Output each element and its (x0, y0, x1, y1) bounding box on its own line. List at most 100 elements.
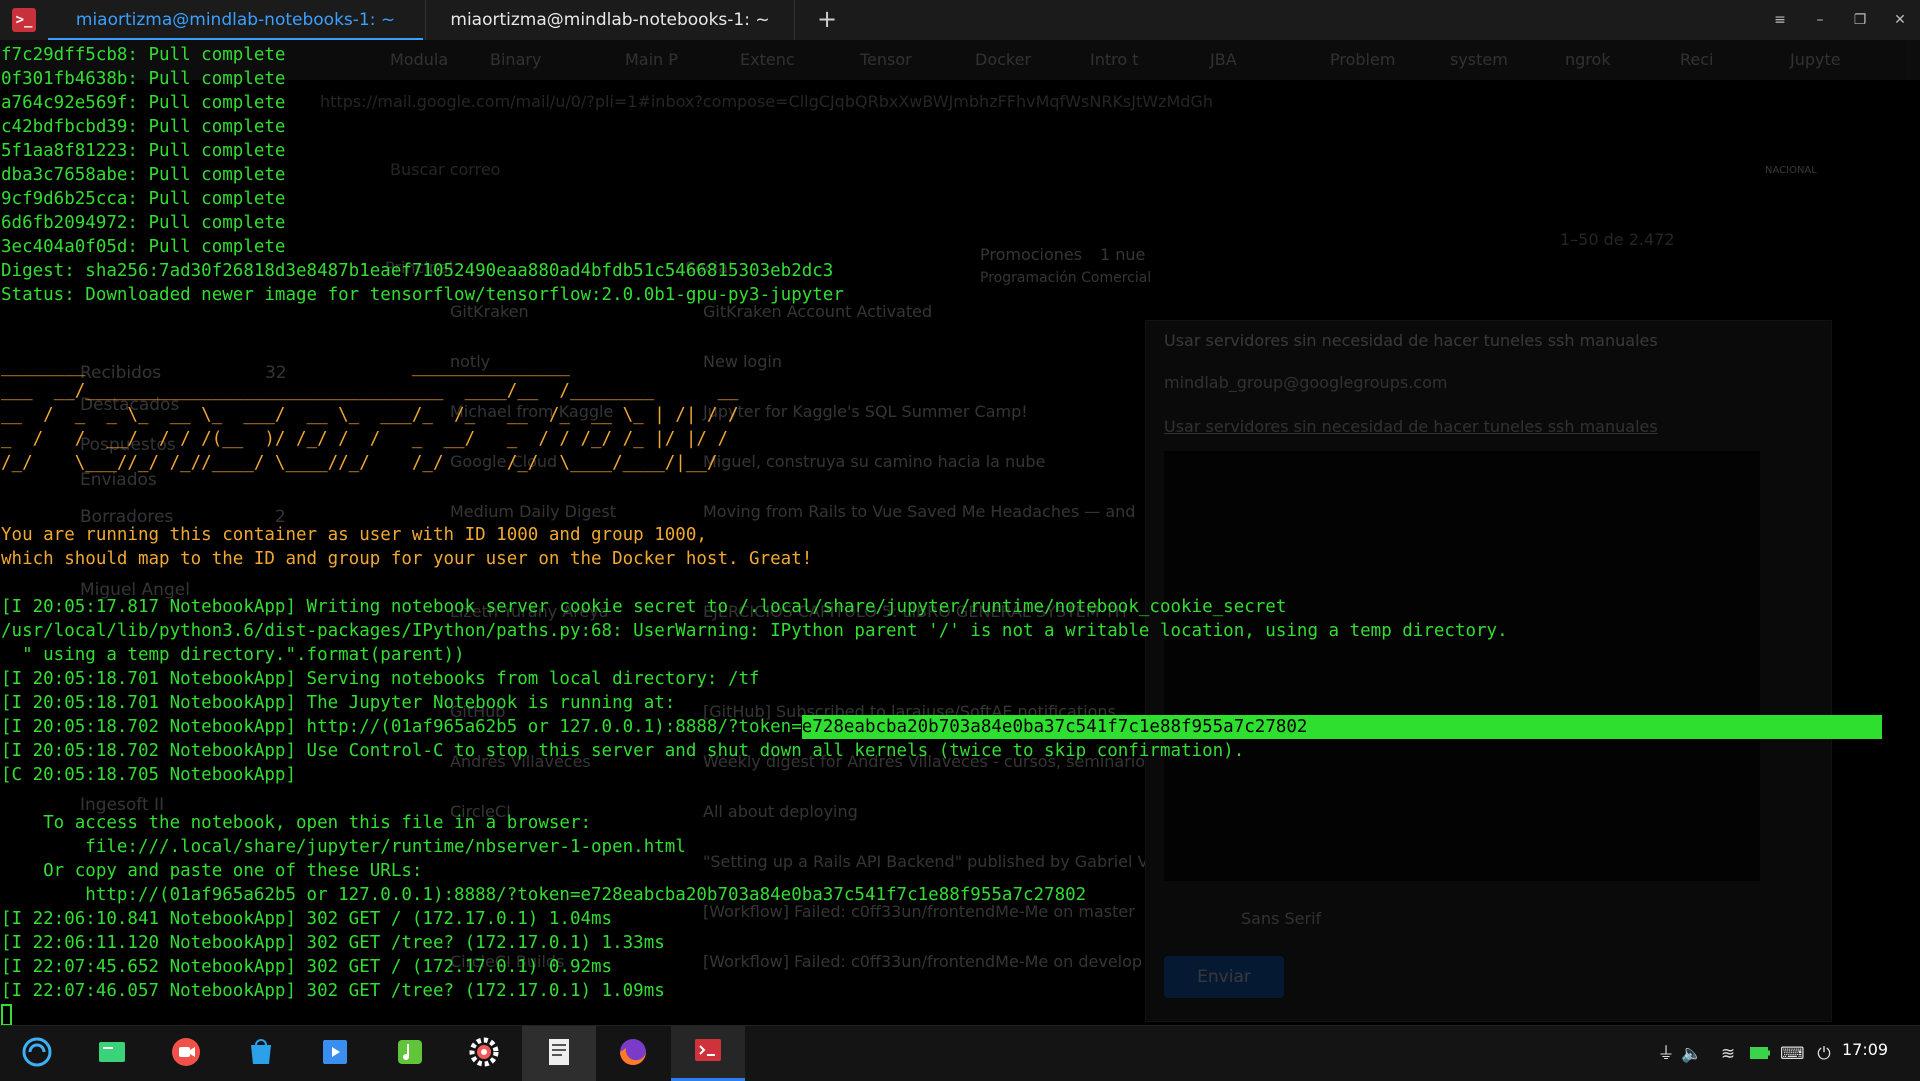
power-icon[interactable]: ⏻ (1812, 1042, 1836, 1066)
volume-icon[interactable]: 🔈 (1680, 1042, 1704, 1066)
terminal-output-area[interactable]: f7c29dff5cb8: Pull complete 0f301fb4638b:… (0, 40, 1920, 1027)
terminal-line: [C 20:05:18.705 NotebookApp] (1, 763, 1882, 787)
terminal-line-text: a764c92e569f: Pull complete (1, 93, 286, 113)
terminal-line-text: " using a temp directory.".format(parent… (1, 645, 465, 665)
editor-icon (543, 1036, 575, 1072)
terminal-line: ________ _______________ (1, 355, 1882, 379)
terminal-line: which should map to the ID and group for… (1, 547, 1882, 571)
terminal-line-text: To access the notebook, open this file i… (1, 813, 592, 833)
terminal-line: a764c92e569f: Pull complete (1, 91, 1882, 115)
terminal-line-text: f7c29dff5cb8: Pull complete (1, 45, 286, 65)
terminal-line: 3ec404a0f05d: Pull complete (1, 235, 1882, 259)
film-icon (319, 1036, 351, 1072)
taskbar-app-terminal[interactable] (670, 1026, 745, 1081)
taskbar-app-screen-recorder[interactable] (149, 1026, 223, 1081)
terminal-line-text: Digest: sha256:7ad30f26818d3e8487b1eaef7… (1, 261, 834, 281)
battery-icon[interactable] (1748, 1042, 1772, 1066)
terminal-line: file:///.local/share/jupyter/runtime/nbs… (1, 835, 1882, 859)
terminal-line: [I 22:06:11.120 NotebookApp] 302 GET /tr… (1, 931, 1882, 955)
terminal-line: c42bdfbcbd39: Pull complete (1, 115, 1882, 139)
taskbar-app-music-player[interactable] (373, 1026, 447, 1081)
terminal-tab-bar: >_ miaortizma@mindlab-notebooks-1: ~ mia… (0, 0, 1920, 40)
terminal-line-text: Or copy and paste one of these URLs: (1, 861, 423, 881)
terminal-line: " using a temp directory.".format(parent… (1, 643, 1882, 667)
taskbar-app-file-manager[interactable] (75, 1026, 149, 1081)
text-cursor (1, 1004, 12, 1026)
clock[interactable]: 17:09 (1842, 1040, 1888, 1059)
usb-icon[interactable]: ⏚ (1654, 1042, 1678, 1066)
terminal-line-text: [I 22:06:11.120 NotebookApp] 302 GET /tr… (1, 933, 665, 953)
keyboard-icon[interactable]: ⌨ (1780, 1042, 1805, 1066)
terminal-tab-1[interactable]: miaortizma@mindlab-notebooks-1: ~ (48, 0, 423, 40)
terminal-lines: f7c29dff5cb8: Pull complete 0f301fb4638b:… (1, 43, 1882, 1027)
terminal-line-text: [I 20:05:18.701 NotebookApp] Serving not… (1, 669, 760, 689)
terminal-line-text: which should map to the ID and group for… (1, 549, 813, 569)
menu-icon[interactable]: ≡ (1768, 8, 1792, 32)
terminal-tab-2[interactable]: miaortizma@mindlab-notebooks-1: ~ (425, 0, 795, 40)
terminal-line-text: ___ __/_________________________________… (1, 381, 739, 401)
terminal-line: [I 22:07:46.057 NotebookApp] 302 GET /tr… (1, 979, 1882, 1003)
terminal-line-text: http://(01af965a62b5 or 127.0.0.1):8888/… (1, 885, 1087, 905)
terminal-line: /usr/local/lib/python3.6/dist-packages/I… (1, 619, 1882, 643)
terminal-line-text: You are running this container as user w… (1, 525, 707, 545)
terminal-line: [I 20:05:18.702 NotebookApp] Use Control… (1, 739, 1882, 763)
new-tab-button[interactable]: + (812, 4, 842, 34)
terminal-line: [I 20:05:17.817 NotebookApp] Writing not… (1, 595, 1882, 619)
music-icon (394, 1036, 426, 1072)
terminal-line-text: ________ _______________ (1, 357, 570, 377)
terminal-line: dba3c7658abe: Pull complete (1, 163, 1882, 187)
selected-token-text[interactable]: e728eabcba20b703a84e0ba37c541f7c1e88f955… (801, 715, 1882, 739)
terminal-line: 9cf9d6b25cca: Pull complete (1, 187, 1882, 211)
taskbar-app-video-player[interactable] (298, 1026, 372, 1081)
terminal-line-text: [I 20:05:18.702 NotebookApp] http://(01a… (1, 717, 802, 737)
terminal-line: http://(01af965a62b5 or 127.0.0.1):8888/… (1, 883, 1882, 907)
terminal-line-text: [I 20:05:17.817 NotebookApp] Writing not… (1, 597, 1287, 617)
terminal-line-text: 9cf9d6b25cca: Pull complete (1, 189, 286, 209)
minimize-icon[interactable]: – (1808, 8, 1832, 32)
taskbar-app-app-store[interactable] (224, 1026, 298, 1081)
terminal-line: _ / / __/ / / /(__ )/ /_/ / / _ __/ _ / … (1, 427, 1882, 451)
terminal-line: /_/ \___//_/ /_//____/ \____//_/ /_/ /_/… (1, 451, 1882, 475)
terminal-line: To access the notebook, open this file i… (1, 811, 1882, 835)
maximize-icon[interactable]: ❐ (1848, 8, 1872, 32)
terminal-line: 5f1aa8f81223: Pull complete (1, 139, 1882, 163)
terminal-line: 6d6fb2094972: Pull complete (1, 211, 1882, 235)
launcher-icon (21, 1036, 53, 1072)
folder-icon (96, 1036, 128, 1072)
terminal-line: [I 20:05:18.702 NotebookApp] http://(01a… (1, 715, 1882, 739)
terminal-line-text: /_/ \___//_/ /_//____/ \____//_/ /_/ /_/… (1, 453, 718, 473)
terminal-line: Status: Downloaded newer image for tenso… (1, 283, 1882, 307)
wifi-icon[interactable]: ≋ (1716, 1042, 1740, 1066)
taskbar-app-launcher[interactable] (0, 1026, 74, 1081)
terminal-app-icon[interactable]: >_ (12, 8, 36, 32)
terminal-line-text: [I 22:07:46.057 NotebookApp] 302 GET /tr… (1, 981, 665, 1001)
store-icon (245, 1036, 277, 1072)
terminal-line: ___ __/_________________________________… (1, 379, 1882, 403)
terminal-line-text: __ / _ _ \_ __ \_ ___/ __ \_ ___/_ /_ __… (1, 405, 739, 425)
terminal-line: 0f301fb4638b: Pull complete (1, 67, 1882, 91)
terminal-line: __ / _ _ \_ __ \_ ___/ __ \_ ___/_ /_ __… (1, 403, 1882, 427)
taskbar-app-firefox[interactable] (596, 1026, 670, 1081)
terminal-line-text: dba3c7658abe: Pull complete (1, 165, 286, 185)
terminal-line-text: Status: Downloaded newer image for tenso… (1, 285, 844, 305)
taskbar-app-settings[interactable] (447, 1026, 521, 1081)
terminal-line: [I 22:06:10.841 NotebookApp] 302 GET / (… (1, 907, 1882, 931)
terminal-line: You are running this container as user w… (1, 523, 1882, 547)
terminal-line: [I 20:05:18.701 NotebookApp] The Jupyter… (1, 691, 1882, 715)
terminal-line-text: 5f1aa8f81223: Pull complete (1, 141, 286, 161)
close-icon[interactable]: ✕ (1888, 8, 1912, 32)
terminal-prompt-line[interactable] (1, 1003, 1882, 1027)
terminal-line-text: 3ec404a0f05d: Pull complete (1, 237, 286, 257)
terminal-line-text: _ / / __/ / / /(__ )/ /_/ / / _ __/ _ / … (1, 429, 728, 449)
terminal-line-text: 0f301fb4638b: Pull complete (1, 69, 286, 89)
terminal-line-text: [C 20:05:18.705 NotebookApp] (1, 765, 297, 785)
terminal-line-text: 6d6fb2094972: Pull complete (1, 213, 286, 233)
terminal-line-text: [I 22:07:45.652 NotebookApp] 302 GET / (… (1, 957, 613, 977)
taskbar-app-text-editor[interactable] (521, 1026, 596, 1081)
